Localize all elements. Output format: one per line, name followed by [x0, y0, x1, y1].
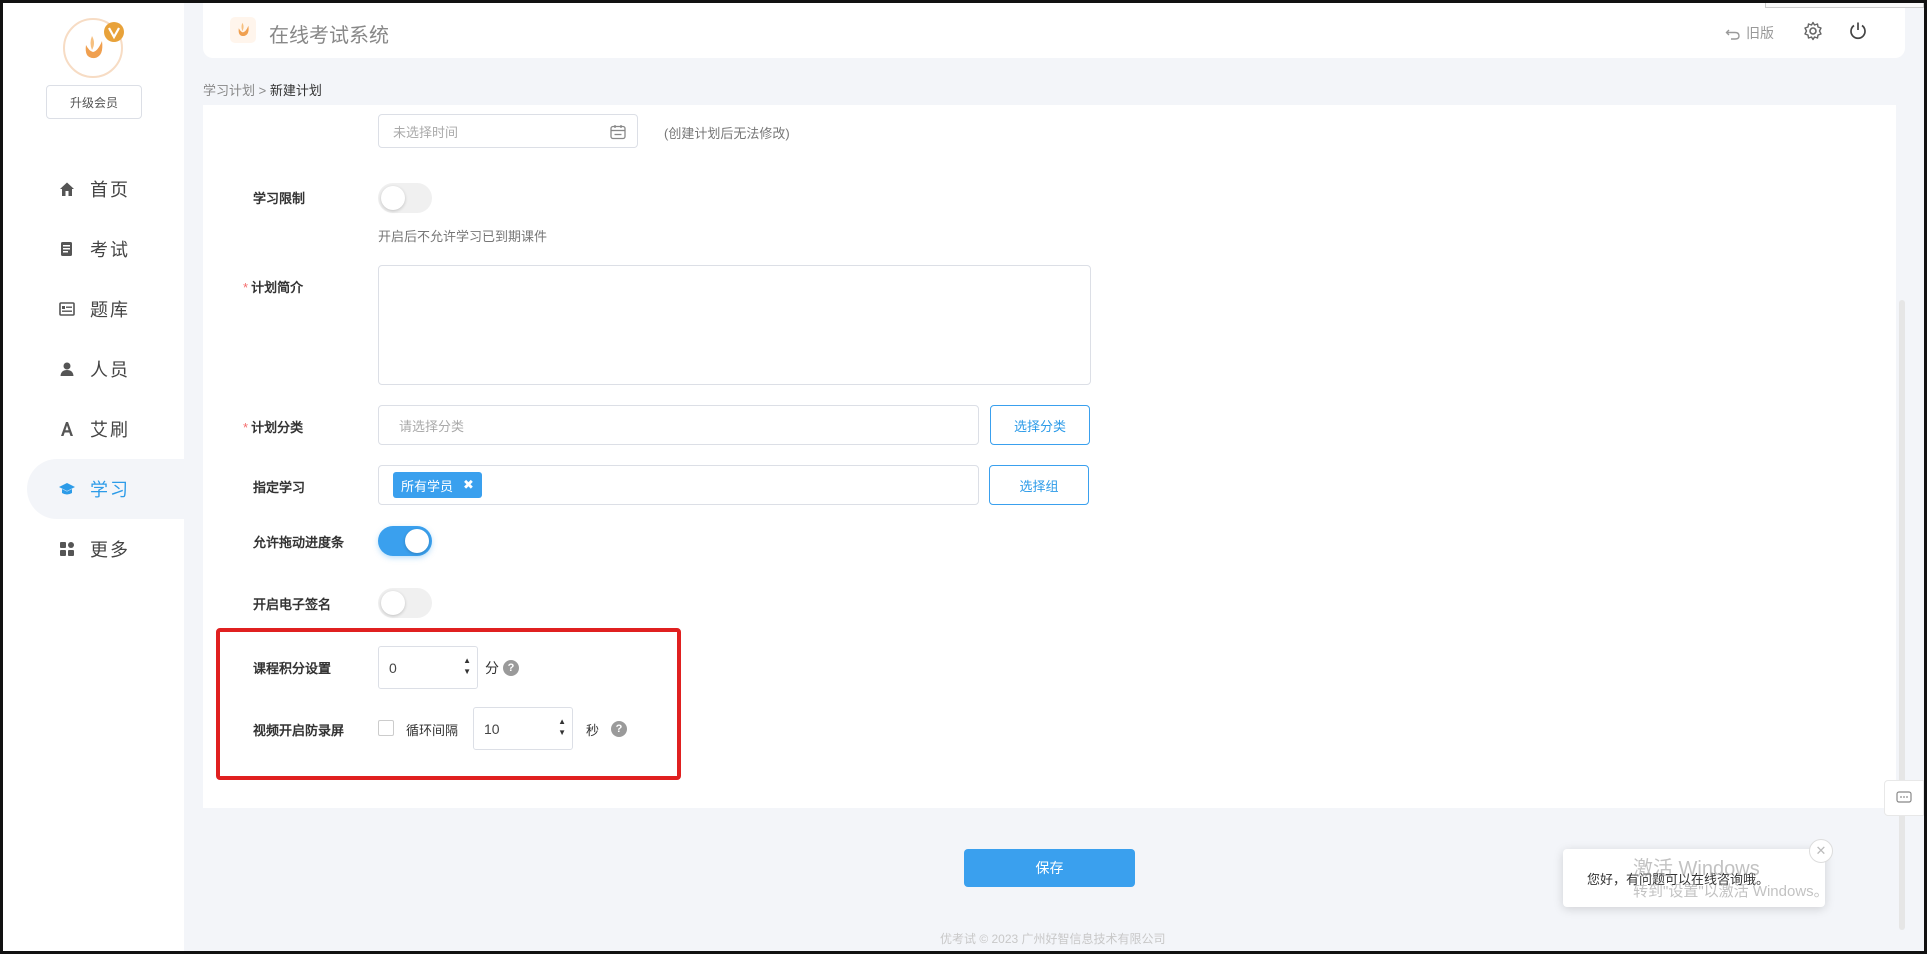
exam-icon [58, 240, 76, 258]
drag-progress-label: 允许拖动进度条 [253, 535, 345, 550]
sidebar-item-exam[interactable]: 考试 [3, 219, 184, 279]
breadcrumb-parent[interactable]: 学习计划 [203, 83, 255, 98]
required-mark: * [243, 420, 249, 435]
breadcrumb: 学习计划 > 新建计划 [203, 80, 322, 99]
drag-progress-switch[interactable] [378, 526, 432, 556]
time-hint: (创建计划后无法修改) [664, 126, 790, 141]
sidebar-item-home[interactable]: 首页 [3, 159, 184, 219]
save-button[interactable]: 保存 [964, 849, 1135, 887]
breadcrumb-current: 新建计划 [269, 83, 322, 98]
chat-side-button[interactable] [1884, 780, 1924, 816]
sidebar-item-label: 人员 [90, 360, 130, 380]
sidebar-nav: 首页 考试 题库 人员 艾刷 学习 更多 [3, 159, 184, 579]
footer-copyright: 优考试 © 2023 广州好智信息技术有限公司 [940, 932, 1166, 946]
intro-label-text: 计划简介 [251, 280, 304, 295]
select-group-button[interactable]: 选择组 [989, 465, 1089, 505]
sidebar-item-label: 更多 [90, 540, 130, 560]
sidebar-item-more[interactable]: 更多 [3, 519, 184, 579]
time-placeholder: 未选择时间 [393, 124, 459, 140]
user-icon [58, 360, 76, 378]
scrollbar[interactable] [1899, 300, 1905, 930]
upgrade-member-button[interactable]: 升级会员 [46, 85, 142, 119]
sidebar-item-label: 考试 [90, 240, 130, 260]
category-label: * 计划分类 [243, 417, 303, 436]
sidebar-item-label: 艾刷 [90, 420, 130, 440]
sidebar-item-users[interactable]: 人员 [3, 339, 184, 399]
grid-icon [58, 540, 76, 558]
category-placeholder: 请选择分类 [399, 418, 465, 434]
vip-crown-icon [104, 22, 124, 42]
app-title: 在线考试系统 [269, 25, 389, 47]
letter-a-icon [58, 420, 76, 438]
annotation-highlight-box [216, 628, 681, 780]
esign-label: 开启电子签名 [253, 597, 332, 612]
graduation-cap-icon [58, 480, 76, 498]
top-header: 在线考试系统 旧版 [203, 3, 1905, 58]
sidebar-item-study[interactable]: 学习 [27, 459, 184, 519]
esign-switch[interactable] [378, 588, 432, 618]
header-logo [230, 17, 256, 43]
sidebar-item-label: 首页 [90, 180, 130, 200]
home-icon [58, 180, 76, 198]
old-version-link[interactable]: 旧版 [1725, 23, 1774, 43]
study-limit-hint: 开启后不允许学习已到期课件 [378, 229, 548, 244]
question-bank-icon [58, 300, 76, 318]
window-edge [1765, 3, 1924, 8]
old-version-label: 旧版 [1746, 25, 1774, 41]
calendar-icon [610, 125, 626, 140]
sidebar-item-label: 题库 [90, 300, 130, 320]
switch-knob [381, 186, 405, 210]
intro-label: * 计划简介 [243, 277, 303, 296]
assign-tag-label: 所有学员 [401, 478, 454, 494]
activation-watermark-title: 激活 Windows [1633, 858, 1760, 880]
study-limit-label: 学习限制 [253, 191, 306, 206]
undo-icon [1725, 29, 1740, 40]
switch-knob [381, 591, 405, 615]
study-limit-switch[interactable] [378, 183, 432, 213]
category-label-text: 计划分类 [251, 420, 304, 435]
switch-knob [405, 529, 429, 553]
assign-input[interactable]: 所有学员 ✖ [378, 465, 979, 505]
tag-close-icon[interactable]: ✖ [463, 477, 474, 493]
sidebar-item-aishua[interactable]: 艾刷 [3, 399, 184, 459]
chat-icon [1896, 791, 1912, 803]
power-icon[interactable] [1848, 21, 1868, 41]
sidebar-item-question-bank[interactable]: 题库 [3, 279, 184, 339]
assign-tag: 所有学员 ✖ [393, 472, 482, 498]
close-icon[interactable]: ✕ [1809, 839, 1833, 863]
intro-textarea[interactable] [378, 265, 1091, 385]
required-mark: * [243, 280, 249, 295]
select-category-button[interactable]: 选择分类 [990, 405, 1090, 445]
gear-icon[interactable] [1803, 21, 1823, 41]
sidebar: 升级会员 首页 考试 题库 人员 艾刷 学习 更多 [3, 3, 184, 951]
category-input[interactable]: 请选择分类 [378, 405, 979, 445]
breadcrumb-separator: > [258, 83, 267, 98]
assign-label: 指定学习 [253, 480, 306, 495]
time-picker-input[interactable]: 未选择时间 [378, 114, 638, 148]
sidebar-item-label: 学习 [90, 480, 130, 500]
activation-watermark-subtitle: 转到"设置"以激活 Windows。 [1633, 883, 1829, 900]
